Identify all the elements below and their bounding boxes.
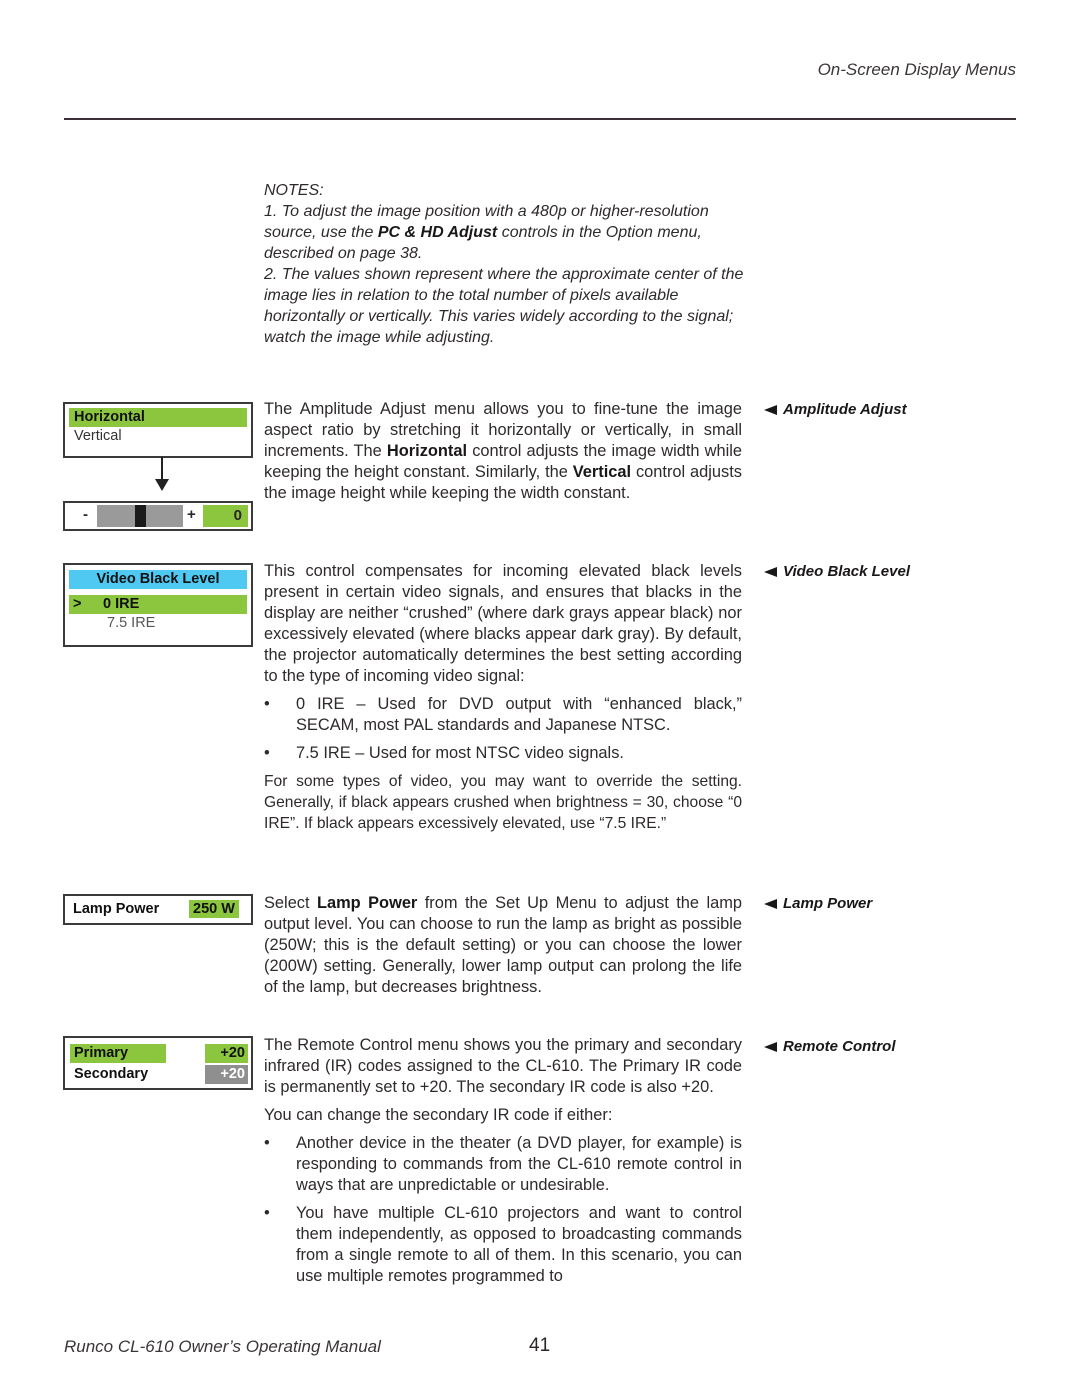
- left-arrow-icon: [764, 404, 777, 415]
- video-black-paragraph-1: This control compensates for incoming el…: [264, 562, 742, 685]
- remote-primary-label: Primary: [70, 1044, 166, 1063]
- remote-control-description: The Remote Control menu shows you the pr…: [264, 1035, 742, 1287]
- bullet-icon: •: [264, 695, 270, 713]
- slider-value-box: 0: [203, 505, 248, 527]
- slider-value: 0: [233, 507, 242, 524]
- side-label-video-black-level: Video Black Level: [764, 563, 910, 580]
- menu-option-0-ire[interactable]: > 0 IRE: [69, 595, 247, 614]
- note-1-emphasis: PC & HD Adjust: [377, 224, 498, 241]
- lamp-power-label: Lamp Power: [73, 901, 160, 917]
- section-title: On-Screen Display Menus: [817, 60, 1016, 79]
- side-label-lamp-power: Lamp Power: [764, 895, 872, 912]
- amplitude-bold-horizontal: Horizontal: [386, 442, 468, 460]
- side-label-text: Video Black Level: [783, 563, 911, 580]
- amplitude-slider-thumb[interactable]: [135, 505, 146, 527]
- bullet-text: You have multiple CL-610 projectors and …: [296, 1204, 742, 1285]
- bullet-item: • Another device in the theater (a DVD pl…: [264, 1133, 742, 1196]
- video-black-description: This control compensates for incoming el…: [264, 561, 742, 834]
- remote-primary-value: +20: [205, 1044, 248, 1063]
- left-arrow-icon: [764, 1041, 777, 1052]
- note-2: 2. The values shown represent where the …: [264, 266, 744, 346]
- remote-paragraph-2: You can change the secondary IR code if …: [264, 1106, 613, 1124]
- amplitude-description: The Amplitude Adjust menu allows you to …: [264, 399, 742, 504]
- amplitude-bold-vertical: Vertical: [572, 463, 632, 481]
- amplitude-paragraph: The Amplitude Adjust menu allows you to …: [264, 399, 742, 504]
- bullet-icon: •: [264, 744, 270, 762]
- side-label-text: Lamp Power: [783, 895, 873, 912]
- notes-heading: NOTES:: [264, 182, 324, 199]
- remote-secondary-label: Secondary: [74, 1066, 149, 1082]
- remote-paragraph-1: The Remote Control menu shows you the pr…: [264, 1036, 742, 1096]
- lamp-bold: Lamp Power: [316, 894, 418, 912]
- left-arrow-icon: [764, 566, 777, 577]
- notes-block: NOTES: 1. To adjust the image position w…: [264, 180, 744, 348]
- bullet-item: • 7.5 IRE – Used for most NTSC video sign…: [264, 743, 742, 764]
- menu-item-vertical[interactable]: Vertical: [69, 427, 247, 446]
- bullet-item: • 0 IRE – Used for DVD output with “enhan…: [264, 694, 742, 736]
- note-1: 1. To adjust the image position with a 4…: [264, 201, 744, 264]
- lamp-power-description: Select Lamp Power from the Set Up Menu t…: [264, 893, 742, 998]
- header-divider: [64, 118, 1016, 120]
- amplitude-adjust-menu: Horizontal Vertical: [63, 402, 253, 458]
- side-label-remote-control: Remote Control: [764, 1038, 896, 1055]
- slider-minus-label[interactable]: -: [83, 506, 88, 523]
- bullet-icon: •: [264, 1134, 270, 1152]
- side-label-text: Remote Control: [783, 1038, 896, 1055]
- slider-plus-label[interactable]: +: [187, 506, 196, 523]
- page-number: 41: [529, 1335, 551, 1356]
- menu-title-video-black-level: Video Black Level: [69, 570, 247, 589]
- lamp-text-1: Select: [264, 894, 317, 912]
- menu-item-horizontal[interactable]: Horizontal: [69, 408, 247, 427]
- bullet-icon: •: [264, 1204, 270, 1222]
- bullet-item: • You have multiple CL-610 projectors and…: [264, 1203, 742, 1287]
- selected-marker-icon: >: [73, 596, 82, 612]
- left-arrow-icon: [764, 898, 777, 909]
- video-black-level-menu: Video Black Level > 0 IRE 7.5 IRE: [63, 563, 253, 647]
- bullet-text: Another device in the theater (a DVD pla…: [296, 1134, 742, 1194]
- bullet-text: 7.5 IRE – Used for most NTSC video signa…: [296, 744, 624, 762]
- amplitude-slider-track[interactable]: [97, 505, 183, 527]
- remote-secondary-value: +20: [205, 1065, 248, 1084]
- lamp-power-paragraph: Select Lamp Power from the Set Up Menu t…: [264, 893, 742, 998]
- lamp-power-value[interactable]: 250 W: [189, 900, 239, 918]
- lamp-power-menu: Lamp Power 250 W: [63, 894, 253, 925]
- side-label-amplitude-adjust: Amplitude Adjust: [764, 401, 907, 418]
- remote-row-primary[interactable]: Primary +20: [70, 1044, 248, 1063]
- bullet-text: 0 IRE – Used for DVD output with “enhanc…: [296, 695, 742, 734]
- manual-title: Runco CL-610 Owner’s Operating Manual: [64, 1337, 381, 1356]
- video-black-paragraph-2: For some types of video, you may want to…: [264, 773, 742, 832]
- remote-row-secondary[interactable]: Secondary +20: [70, 1065, 248, 1084]
- remote-control-menu: Primary +20 Secondary +20: [63, 1036, 253, 1090]
- amplitude-slider-box: - + 0: [63, 501, 253, 531]
- side-label-text: Amplitude Adjust: [783, 401, 907, 418]
- down-arrow-icon: [155, 457, 169, 491]
- option-label: 0 IRE: [103, 596, 140, 612]
- menu-option-7-5-ire[interactable]: 7.5 IRE: [69, 614, 247, 633]
